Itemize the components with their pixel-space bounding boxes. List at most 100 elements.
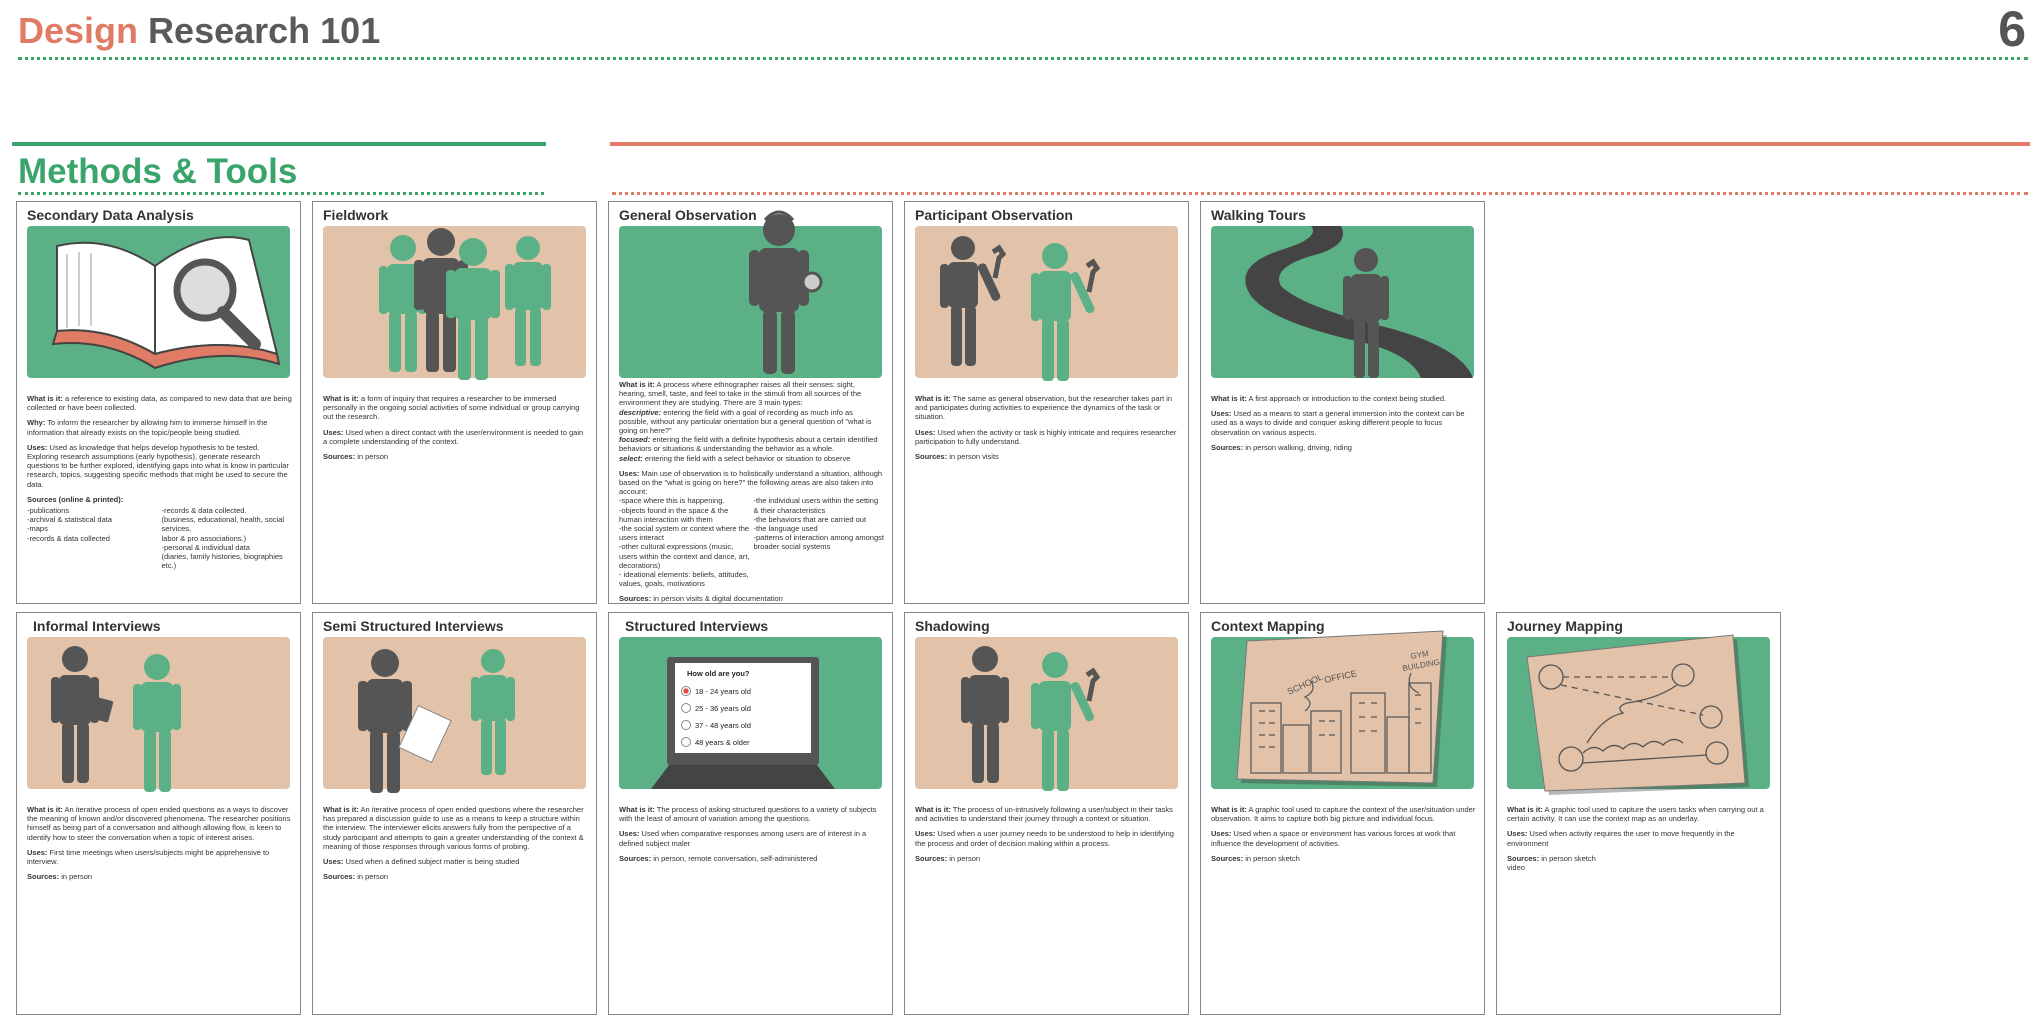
- survey-form: How old are you? 18 - 24 years old 25 - …: [675, 663, 811, 753]
- radio[interactable]: [681, 703, 691, 713]
- card-body: What is it: An iterative process of open…: [323, 805, 588, 887]
- document-title: Design Research 101: [18, 10, 380, 52]
- label-sources: Sources:: [619, 853, 652, 863]
- source-item: -maps: [27, 524, 48, 534]
- uses-text: First time meetings when users/subjects …: [27, 847, 270, 867]
- semi-structured-illustration: [323, 637, 586, 793]
- laptop-screen: How old are you? 18 - 24 years old 25 - …: [667, 657, 819, 765]
- walking-road-illustration: [1211, 226, 1474, 378]
- observation-item: -the individual users within the setting…: [753, 496, 879, 515]
- observation-item: -other cultural expressions (music, user…: [619, 542, 750, 570]
- uses-text: Used when a direct contact with the user…: [323, 427, 584, 446]
- sources-text: in person: [357, 872, 389, 882]
- source-item: -records & data collected: [27, 533, 110, 543]
- uses-text: Main use of observation is to holistical…: [619, 468, 883, 497]
- sources-text: in person walking, driving, riding: [1245, 442, 1352, 452]
- observation-item: - ideational elements: beliefs, attitude…: [619, 570, 749, 589]
- card-title: Context Mapping: [1211, 618, 1325, 634]
- label-uses: Uses:: [1211, 829, 1232, 839]
- section-divider-green: [18, 192, 544, 195]
- participant-illustration: [915, 226, 1178, 381]
- book-magnifier-illustration: [27, 226, 290, 378]
- what-text: An iterative process of open ended quest…: [27, 805, 291, 842]
- uses-text: Used when a space or environment has var…: [1211, 829, 1456, 848]
- shadowing-illustration: [915, 637, 1178, 791]
- label-what: What is it:: [619, 805, 655, 814]
- radio-selected[interactable]: [681, 686, 691, 696]
- uses-text: Used when a user journey needs to be und…: [915, 829, 1174, 848]
- source-item: -personal & individual data: [161, 542, 250, 552]
- card-structured-interviews: Structured Interviews How old are you? 1…: [608, 612, 893, 1015]
- label-focused: focused:: [619, 435, 651, 445]
- card-general-observation: General Observation What is it: A proces…: [608, 201, 893, 604]
- observation-item: -objects found in the space & the human …: [619, 505, 729, 524]
- what-text: A graphic tool used to capture the conte…: [1211, 805, 1476, 824]
- uses-text: Used when a defined subject matter is be…: [345, 857, 520, 867]
- uses-text: Used as knowledge that helps develop hyp…: [27, 442, 289, 489]
- label-sources: Sources:: [915, 452, 948, 462]
- journey-sketch-icon: [1526, 634, 1749, 795]
- card-title: Walking Tours: [1211, 207, 1306, 223]
- source-item: -publications: [27, 506, 70, 516]
- section-divider-coral: [612, 192, 2028, 195]
- sources-text: in person: [949, 853, 981, 863]
- card-title: Journey Mapping: [1507, 618, 1623, 634]
- source-item: (diaries, family histories, biographies …: [161, 552, 283, 571]
- label-sources: Sources:: [619, 594, 652, 604]
- why-text: To inform the researcher by allowing him…: [27, 418, 268, 437]
- sources-text: in person sketch: [1541, 853, 1596, 863]
- card-participant-observation: Participant Observation What is it: The …: [904, 201, 1189, 604]
- card-fieldwork: Fieldwork What is it: a form of inquiry …: [312, 201, 597, 604]
- card-body: What is it: a reference to existing data…: [27, 394, 292, 570]
- card-body: What is it: A process where ethnographer…: [619, 380, 884, 604]
- observer-illustration: [619, 210, 882, 378]
- sources-text: in person: [357, 452, 389, 462]
- interview-guide-icon: [358, 649, 515, 793]
- survey-option[interactable]: 48 years & older: [681, 737, 805, 747]
- option-label: 25 - 36 years old: [695, 703, 751, 713]
- card-body: What is it: a form of inquiry that requi…: [323, 394, 588, 467]
- label-why: Why:: [27, 418, 46, 428]
- what-text: The process of asking structured questio…: [619, 805, 877, 824]
- context-map-illustration: SCHOOL OFFICE GYM BUILDING: [1211, 630, 1474, 789]
- label-uses: Uses:: [1507, 829, 1528, 839]
- sources-text: in person, remote conversation, self-adm…: [653, 853, 818, 863]
- card-title: Shadowing: [915, 618, 990, 634]
- radio[interactable]: [681, 737, 691, 747]
- label-what: What is it:: [619, 380, 655, 389]
- survey-option[interactable]: 25 - 36 years old: [681, 703, 805, 713]
- survey-laptop-illustration: How old are you? 18 - 24 years old 25 - …: [619, 637, 882, 789]
- uses-text: Used when the activity or task is highly…: [915, 427, 1177, 446]
- interview-people-icon: [51, 646, 181, 792]
- card-walking-tours: Walking Tours What is it: A first approa…: [1200, 201, 1485, 604]
- sources-label: Sources (online & printed):: [27, 494, 124, 504]
- survey-option[interactable]: 18 - 24 years old: [681, 686, 805, 696]
- label-sources: Sources:: [915, 853, 948, 863]
- what-text: The same as general observation, but the…: [915, 394, 1173, 422]
- label-sources: Sources:: [1507, 853, 1540, 863]
- what-text: A first approach or introduction to the …: [1248, 394, 1447, 403]
- label-uses: Uses:: [915, 427, 936, 437]
- winding-road-icon: [1245, 226, 1473, 378]
- observer-magnifier-icon: [749, 210, 823, 374]
- label-sources: Sources:: [1211, 853, 1244, 863]
- card-body: What is it: An iterative process of open…: [27, 805, 292, 887]
- survey-option[interactable]: 37 - 48 years old: [681, 720, 805, 730]
- source-item: -archival & statistical data: [27, 515, 113, 525]
- what-text: a reference to existing data, as compare…: [27, 394, 292, 413]
- uses-text: Used when activity requires the user to …: [1507, 829, 1735, 848]
- card-title: Informal Interviews: [33, 618, 161, 634]
- city-sketch-icon: SCHOOL OFFICE GYM BUILDING: [1236, 630, 1447, 787]
- card-title: General Observation: [619, 207, 757, 223]
- card-title: Participant Observation: [915, 207, 1073, 223]
- radio[interactable]: [681, 720, 691, 730]
- card-body: What is it: A first approach or introduc…: [1211, 394, 1476, 458]
- label-sources: Sources:: [1211, 442, 1244, 452]
- card-body: What is it: The process of un-intrusivel…: [915, 805, 1180, 869]
- label-uses: Uses:: [27, 442, 48, 452]
- label-what: What is it:: [27, 805, 63, 814]
- sources-text: in person visits: [949, 452, 999, 462]
- card-body: What is it: A graphic tool used to captu…: [1507, 805, 1772, 878]
- label-uses: Uses:: [1211, 409, 1232, 419]
- source-item: labor & pro associations.): [161, 533, 247, 543]
